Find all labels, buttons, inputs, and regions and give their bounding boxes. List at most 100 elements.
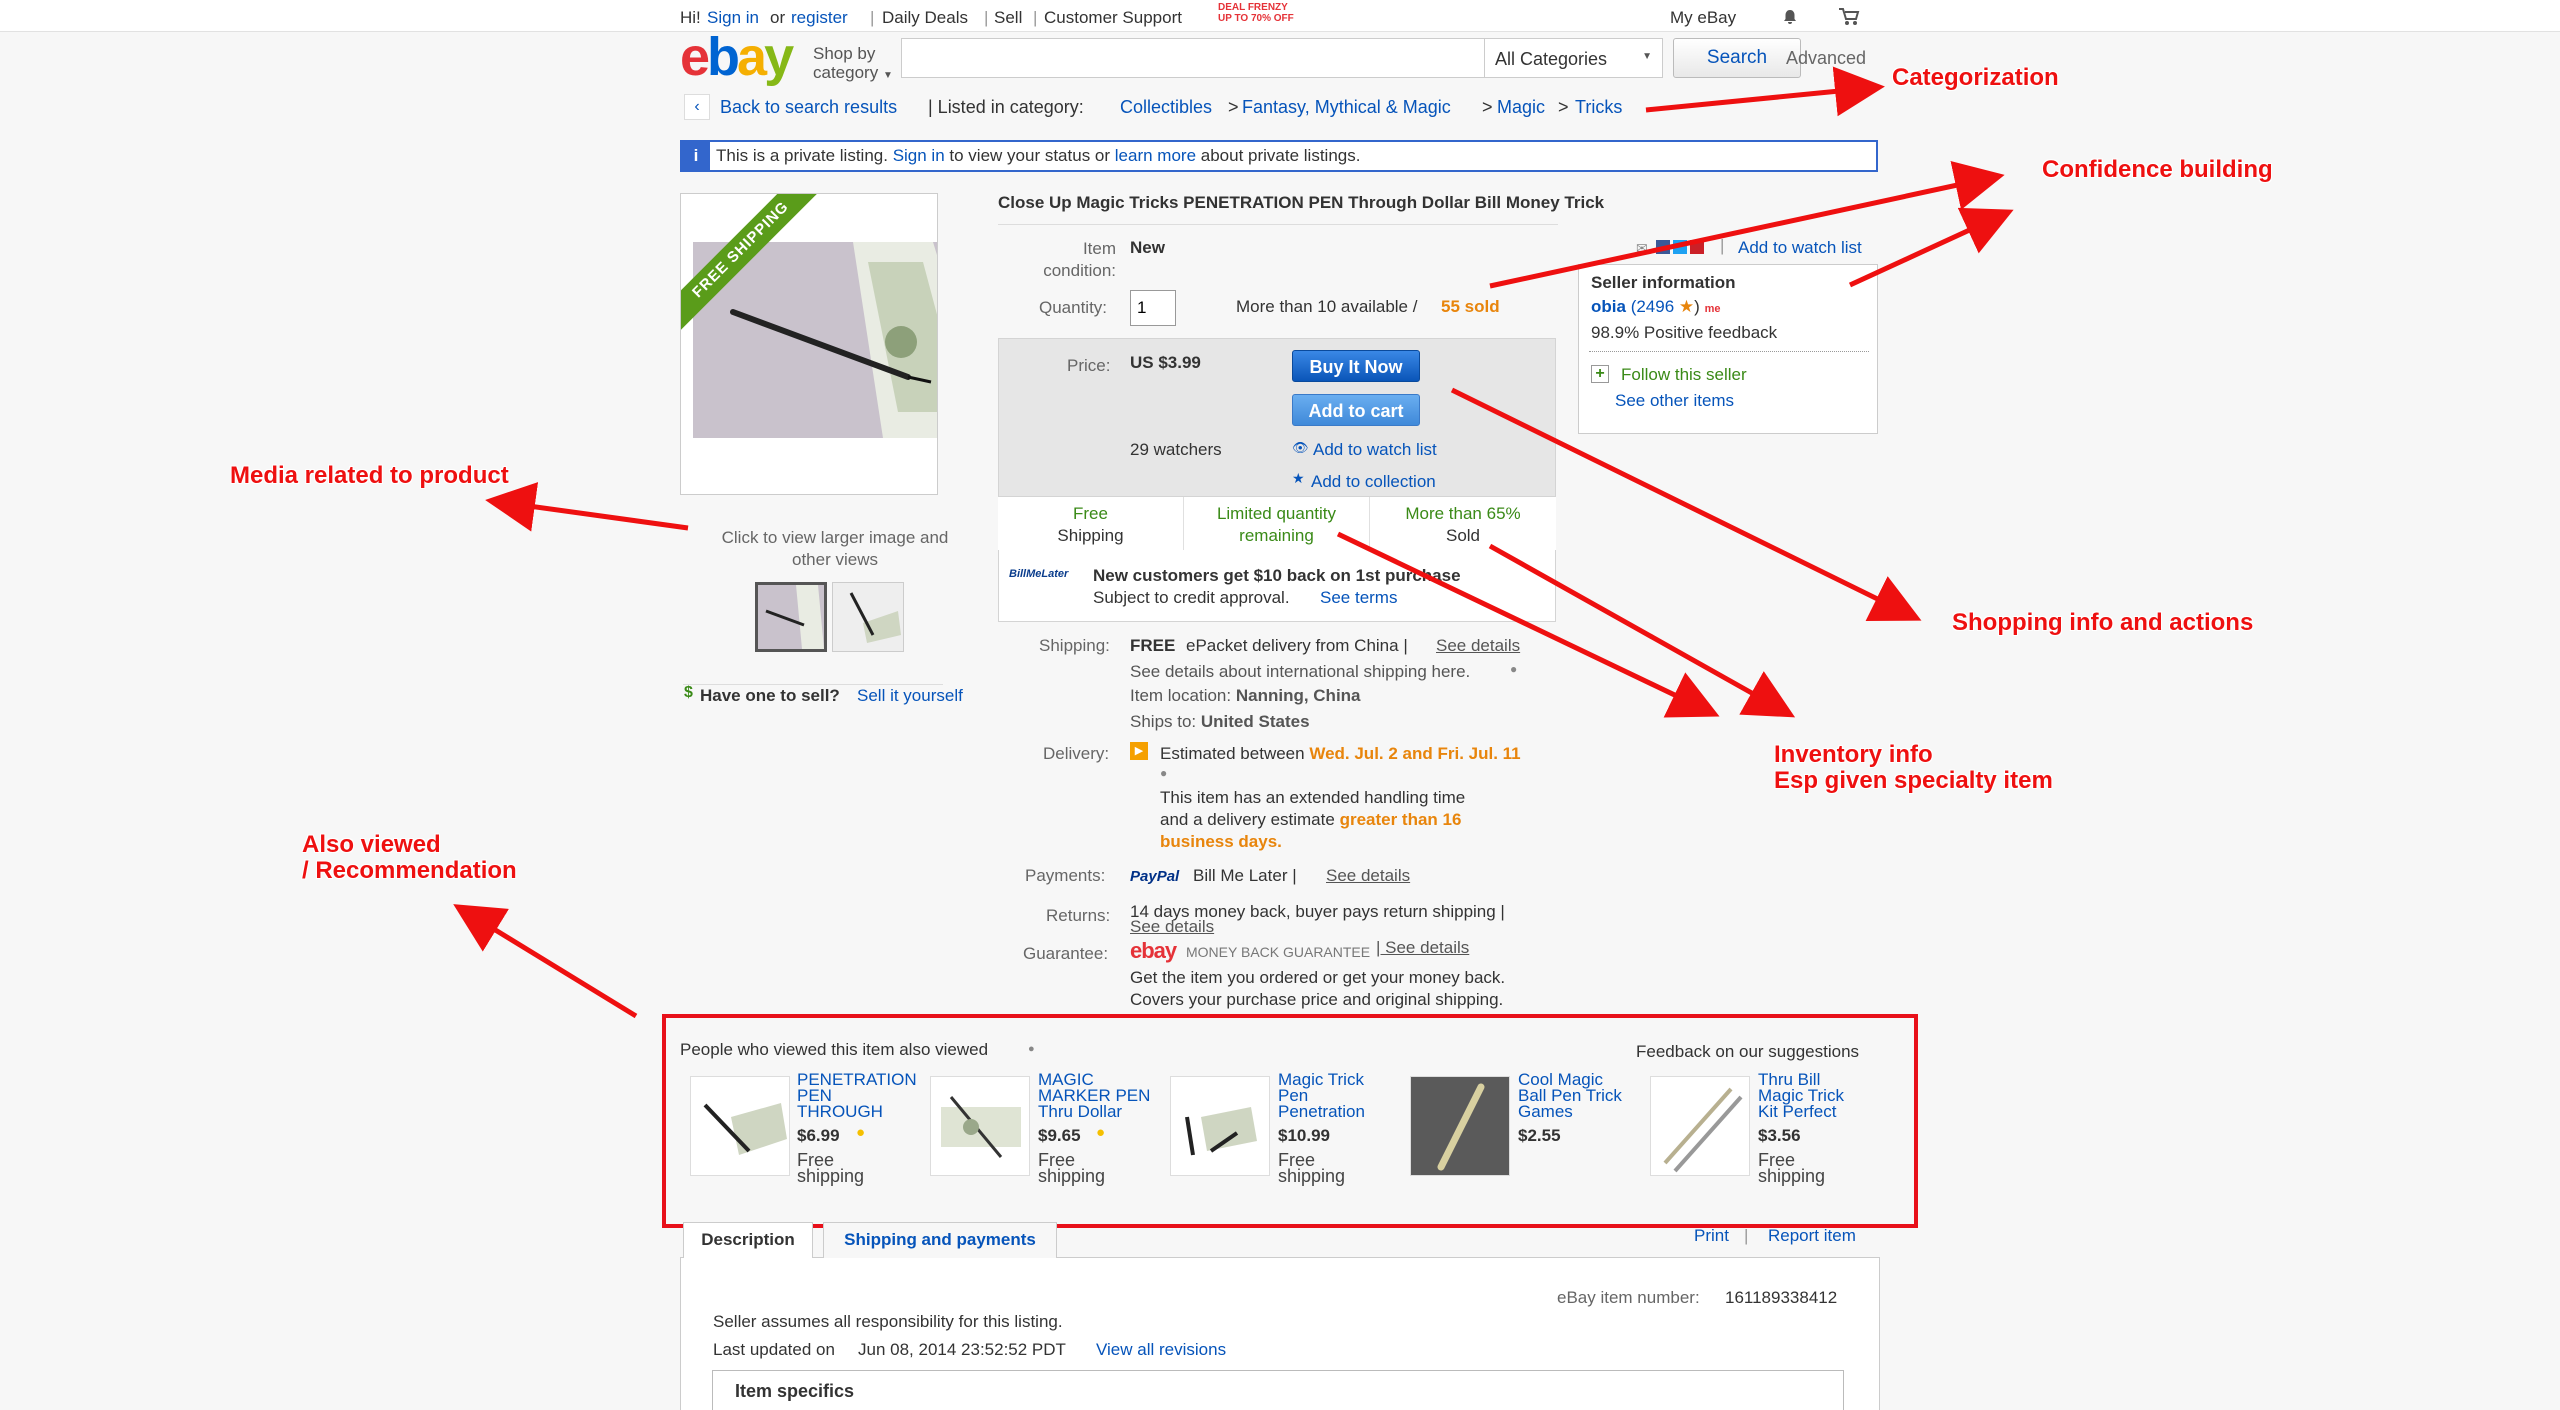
register-link[interactable]: register (791, 8, 848, 28)
rec-image-5[interactable] (1650, 1076, 1750, 1176)
deal-frenzy-promo[interactable]: DEAL FRENZY UP TO 70% OFF (1218, 2, 1294, 24)
report-item-link[interactable]: Report item (1768, 1226, 1856, 1246)
annotation-shopping: Shopping info and actions (1952, 609, 2254, 636)
sell-it-yourself-link[interactable]: Sell it yourself (857, 686, 963, 706)
plus-icon[interactable]: + (1591, 365, 1609, 383)
help-icon[interactable]: ● (1160, 766, 1167, 780)
ebay-listing-page: Hi! Sign in or register | Daily Deals | … (0, 0, 2560, 1410)
facebook-icon[interactable] (1656, 240, 1670, 254)
tab-description[interactable]: Description (683, 1222, 813, 1258)
payments-see-details-link[interactable]: See details (1326, 866, 1410, 886)
delivery-est-text: Estimated between (1160, 744, 1305, 763)
bill-me-later-logo: BillMeLater (1009, 568, 1069, 580)
badge-line2: remaining (1239, 526, 1314, 545)
breadcrumb-tricks[interactable]: Tricks (1575, 97, 1622, 118)
sold-count-link[interactable]: 55 sold (1441, 297, 1500, 317)
follow-seller-link[interactable]: Follow this seller (1621, 365, 1747, 385)
item-number-label: eBay item number: (1557, 1288, 1700, 1307)
buy-it-now-button[interactable]: Buy It Now (1292, 350, 1420, 382)
see-other-items-link[interactable]: See other items (1615, 391, 1734, 411)
condition-label-2: condition: (1043, 261, 1116, 280)
badge-line1: Limited quantity (1216, 504, 1337, 523)
customer-support-link[interactable]: Customer Support (1044, 8, 1182, 28)
breadcrumb-fantasy[interactable]: Fantasy, Mythical & Magic (1242, 97, 1451, 118)
add-to-collection-link[interactable]: Add to collection (1311, 472, 1436, 492)
feedback-suggestions-link[interactable]: Feedback on our suggestions (1636, 1042, 1859, 1062)
category-select[interactable]: All Categories ▼ (1485, 38, 1663, 78)
breadcrumb-collectibles[interactable]: Collectibles (1120, 97, 1212, 118)
advanced-search-link[interactable]: Advanced (1786, 48, 1866, 69)
breadcrumb-magic[interactable]: Magic (1497, 97, 1545, 118)
shop-by-category[interactable]: Shop by category ▼ (813, 44, 893, 85)
condition-label-1: Item (1082, 239, 1116, 258)
thumbnail-2[interactable] (832, 582, 904, 652)
condition-label: Item condition: (1016, 238, 1116, 282)
print-link[interactable]: Print (1694, 1226, 1729, 1246)
sign-in-link[interactable]: Sign in (707, 8, 759, 28)
rec-image-4[interactable] (1410, 1076, 1510, 1176)
item-title: Close Up Magic Tricks PENETRATION PEN Th… (998, 193, 1605, 212)
bell-icon[interactable] (1781, 8, 1799, 31)
ebay-logo[interactable]: ebay (680, 30, 794, 84)
deal-frenzy-line1: DEAL FRENZY (1218, 2, 1288, 13)
my-ebay-link[interactable]: My eBay (1670, 8, 1736, 28)
back-chevron-icon[interactable]: ‹ (684, 94, 710, 120)
sell-link[interactable]: Sell (994, 8, 1022, 28)
view-revisions-link[interactable]: View all revisions (1096, 1340, 1226, 1360)
daily-deals-link[interactable]: Daily Deals (882, 8, 968, 28)
annotation-media: Media related to product (230, 462, 509, 489)
rec-item-1[interactable]: PENETRATION PEN THROUGH (797, 1071, 917, 1121)
rec-title-3: THROUGH (797, 1102, 883, 1121)
rec-image-2[interactable] (930, 1076, 1030, 1176)
rec-item-5[interactable]: Thru Bill Magic Trick Kit Perfect (1758, 1071, 1844, 1120)
rec-image-1[interactable] (690, 1076, 790, 1176)
rec-title-3: Penetration (1278, 1102, 1365, 1121)
badge-free-shipping: Free Shipping (998, 497, 1184, 551)
tab-shipping-payments[interactable]: Shipping and payments (823, 1222, 1057, 1258)
rec-item-4[interactable]: Cool Magic Ball Pen Trick Games (1518, 1071, 1622, 1120)
twitter-icon[interactable] (1673, 240, 1687, 254)
item-number: 161189338412 (1725, 1288, 1838, 1307)
top-nav-bar: Hi! Sign in or register | Daily Deals | … (0, 0, 2560, 32)
rec-price-5: $3.56 (1758, 1126, 1801, 1145)
seller-watch-list-link[interactable]: Add to watch list (1738, 238, 1862, 258)
add-to-watch-list-link[interactable]: Add to watch list (1313, 440, 1437, 460)
notice-sign-in-link[interactable]: Sign in (893, 146, 945, 165)
search-button[interactable]: Search (1673, 38, 1801, 78)
returns-see-details-link[interactable]: See details (1130, 917, 1214, 937)
add-to-cart-button[interactable]: Add to cart (1292, 394, 1420, 426)
condition-value: New (1130, 238, 1165, 257)
bulb-icon: ● (856, 1124, 866, 1141)
me-icon: me (1704, 303, 1721, 315)
help-icon[interactable]: ● (1028, 1043, 1035, 1055)
dollar-icon: $ (684, 684, 693, 701)
item-location: Item location: Nanning, China (1130, 686, 1361, 706)
feedback-score-link[interactable]: (2496 (1631, 297, 1674, 316)
rec-item-2[interactable]: MAGIC MARKER PEN Thru Dollar (1038, 1071, 1150, 1120)
thumbnail-1[interactable] (755, 582, 827, 652)
rec-item-3[interactable]: Magic Trick Pen Penetration (1278, 1071, 1365, 1121)
price-label: Price: (1067, 356, 1111, 375)
quantity-input[interactable] (1130, 290, 1176, 326)
shipping-see-details-link[interactable]: See details (1436, 636, 1520, 656)
delivery-ext-3: greater than 16 (1339, 810, 1462, 829)
cart-icon[interactable] (1838, 7, 1860, 32)
annotation-confidence: Confidence building (2042, 156, 2273, 183)
seller-name-link[interactable]: obia (1591, 297, 1626, 316)
guarantee-see-details-link[interactable]: | See details (1376, 938, 1469, 958)
search-input[interactable] (901, 38, 1485, 78)
breadcrumb-separator: > (1482, 97, 1493, 117)
learn-more-link[interactable]: learn more (1115, 146, 1196, 165)
pinterest-icon[interactable] (1690, 240, 1704, 254)
intl-shipping-text: See details about international shipping… (1130, 662, 1471, 681)
divider (683, 684, 943, 685)
back-to-results-link[interactable]: Back to search results (720, 97, 897, 118)
see-terms-link[interactable]: See terms (1320, 588, 1397, 608)
rec-image-3[interactable] (1170, 1076, 1270, 1176)
help-icon[interactable]: ● (1510, 662, 1517, 676)
product-image-box[interactable]: FREE SHIPPING (680, 193, 938, 495)
positive-feedback: 98.9% Positive feedback (1591, 323, 1778, 342)
email-icon[interactable]: ✉ (1636, 240, 1648, 257)
play-icon: ▶ (1130, 742, 1148, 760)
chevron-down-icon: ▼ (882, 70, 893, 81)
